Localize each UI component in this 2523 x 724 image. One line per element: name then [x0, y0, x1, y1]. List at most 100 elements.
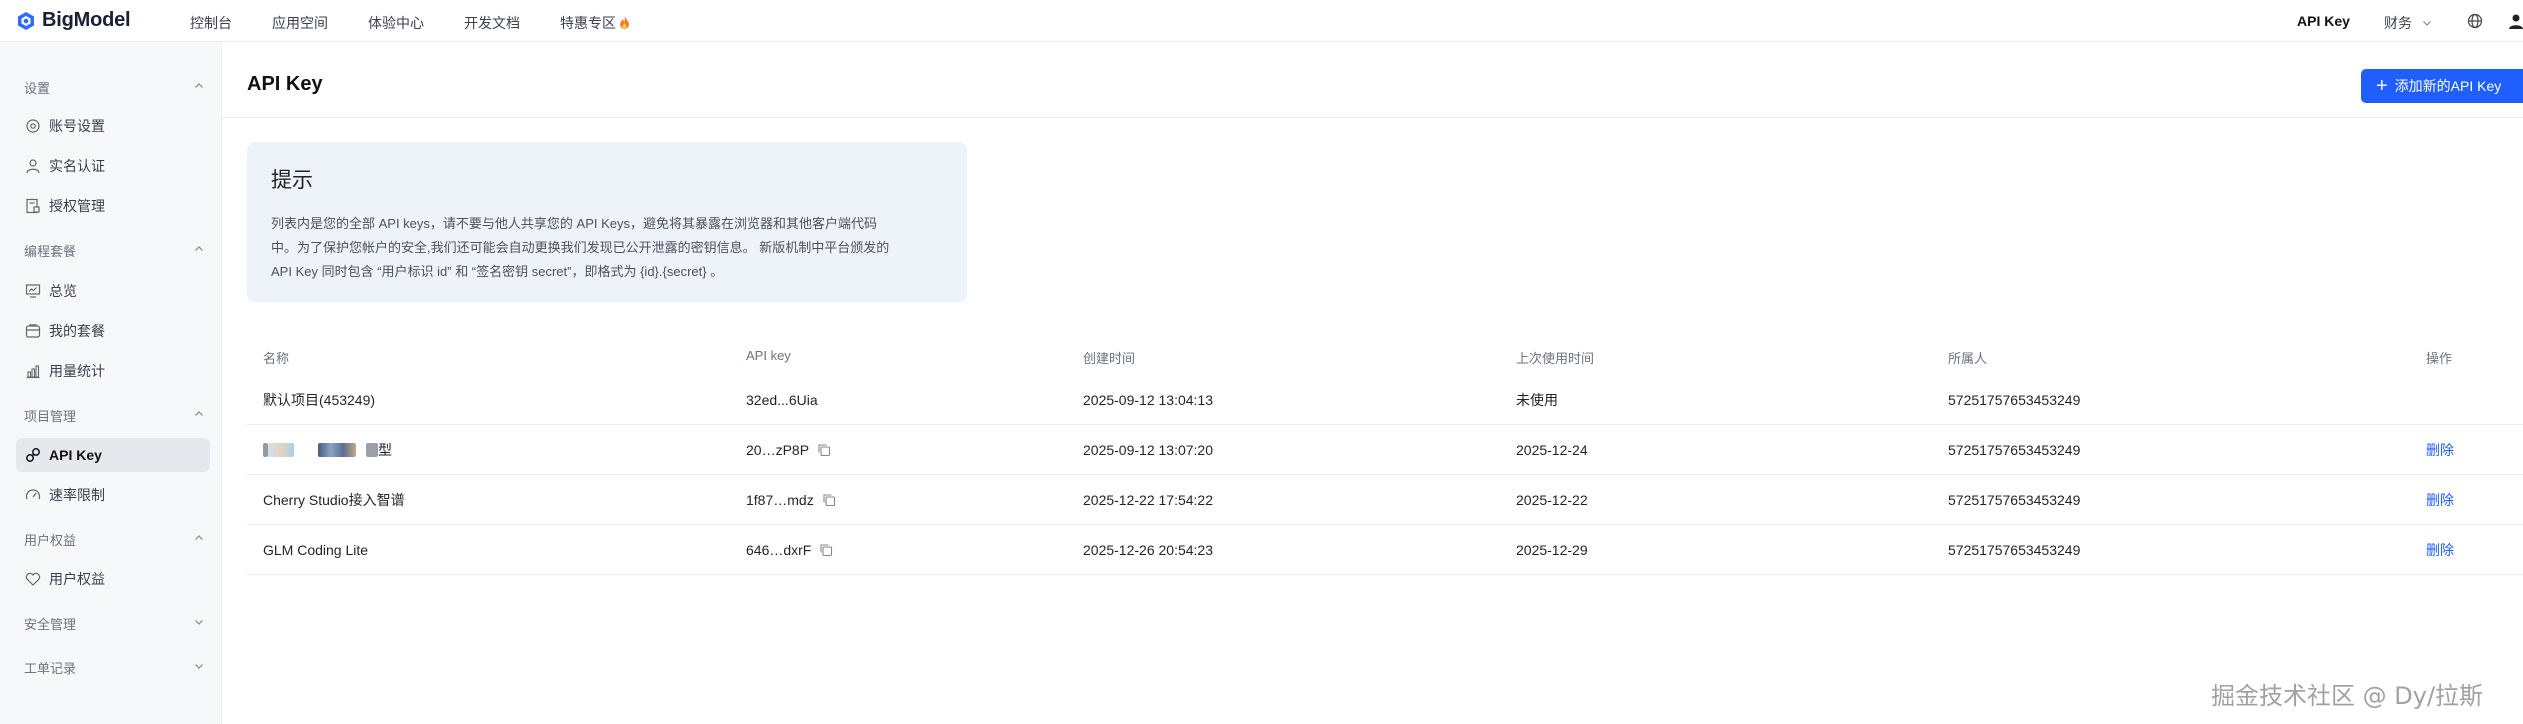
- chevron-up-icon: [195, 83, 203, 88]
- tip-card: 提示 列表内是您的全部 API keys，请不要与他人共享您的 API Keys…: [247, 142, 967, 302]
- sidebar-item-api-key[interactable]: API Key: [16, 438, 210, 472]
- nav-app-space[interactable]: 应用空间: [272, 13, 328, 33]
- row-last-used: 2025-12-22: [1516, 491, 1588, 508]
- row-api-key: 20…zP8P: [746, 442, 831, 458]
- row-api-key-value: 1f87…mdz: [746, 491, 814, 508]
- delete-button[interactable]: 删除: [2426, 490, 2454, 510]
- bar-chart-icon: [26, 365, 40, 379]
- col-header-api-key: API key: [746, 348, 791, 363]
- nav-docs[interactable]: 开发文档: [464, 13, 520, 33]
- sidebar-group-label: 工单记录: [24, 661, 77, 676]
- nav-experience[interactable]: 体验中心: [368, 13, 424, 33]
- sidebar-item-user-benefits[interactable]: 用户权益: [16, 562, 210, 596]
- chevron-down-icon: [2423, 21, 2431, 26]
- add-api-key-button[interactable]: + 添加新的API Key: [2361, 69, 2523, 103]
- copy-icon[interactable]: [822, 493, 836, 507]
- row-name: Cherry Studio接入智谱: [263, 491, 405, 508]
- heart-shield-icon: [25, 572, 41, 586]
- tip-body: 列表内是您的全部 API keys，请不要与他人共享您的 API Keys，避免…: [271, 212, 943, 284]
- sidebar: 设置 账号设置 实名认证 授权管理 编程套餐 总览 我的套餐 用量统计 项目管理…: [0, 42, 222, 724]
- row-last-used: 未使用: [1516, 391, 1558, 408]
- person-icon: [26, 159, 40, 174]
- sidebar-item-label: 速率限制: [49, 487, 105, 503]
- redacted-block: [366, 442, 378, 457]
- row-owner: 57251757653453249: [1948, 491, 2081, 508]
- user-icon[interactable]: [2509, 13, 2523, 29]
- header-divider: [222, 117, 2523, 118]
- col-header-owner: 所属人: [1948, 351, 1988, 366]
- row-name: GLM Coding Lite: [263, 541, 369, 558]
- sidebar-item-usage-stats[interactable]: 用量统计: [16, 354, 210, 388]
- fire-icon: [620, 16, 629, 29]
- table-row: 型 20…zP8P 2025-09-12 13:07:20 2025-12-24…: [247, 425, 2523, 475]
- package-icon: [25, 324, 41, 338]
- brand-name: BigModel: [42, 9, 131, 31]
- sidebar-item-label: 用户权益: [49, 571, 105, 587]
- chevron-down-icon: [195, 664, 203, 669]
- sidebar-item-authorization[interactable]: 授权管理: [16, 189, 210, 223]
- sidebar-item-label: 我的套餐: [49, 323, 105, 339]
- brand-logo[interactable]: BigModel: [16, 9, 131, 32]
- sidebar-item-overview[interactable]: 总览: [16, 274, 210, 308]
- add-api-key-label: 添加新的API Key: [2394, 78, 2502, 94]
- row-api-key-value: 20…zP8P: [746, 441, 810, 458]
- tip-line: 列表内是您的全部 API keys，请不要与他人共享您的 API Keys，避免…: [271, 216, 877, 231]
- page-title: API Key: [247, 73, 323, 95]
- copy-icon[interactable]: [817, 443, 831, 457]
- nav-finance[interactable]: 财务: [2384, 13, 2432, 33]
- row-owner: 57251757653453249: [1948, 441, 2081, 458]
- nav-finance-label: 财务: [2384, 15, 2412, 31]
- row-created: 2025-09-12 13:07:20: [1083, 441, 1213, 458]
- chevron-up-icon: [195, 411, 203, 416]
- col-header-created: 创建时间: [1083, 351, 1136, 366]
- nav-api-key[interactable]: API Key: [2297, 13, 2350, 29]
- settings-icon: [26, 119, 40, 133]
- sidebar-group-project-mgmt[interactable]: 项目管理: [24, 406, 203, 425]
- sidebar-group-security[interactable]: 安全管理: [24, 614, 203, 633]
- copy-icon[interactable]: [819, 543, 833, 557]
- sidebar-group-settings[interactable]: 设置: [24, 78, 203, 97]
- row-name: 默认项目(453249): [263, 391, 376, 408]
- row-api-key: 32ed...6Uia: [746, 391, 818, 408]
- row-api-key: 1f87…mdz: [746, 492, 836, 508]
- row-api-key-value: 646…dxrF: [746, 541, 812, 558]
- col-header-action: 操作: [2426, 351, 2453, 366]
- row-owner: 57251757653453249: [1948, 541, 2081, 558]
- tip-line: 中。为了保护您帐户的安全,我们还可能会自动更换我们发现已公开泄露的密钥信息。 新…: [271, 240, 890, 255]
- sidebar-item-verification[interactable]: 实名认证: [16, 149, 210, 183]
- row-last-used: 2025-12-24: [1516, 441, 1588, 458]
- sidebar-item-label: 实名认证: [49, 158, 105, 174]
- table-row: Cherry Studio接入智谱 1f87…mdz 2025-12-22 17…: [247, 475, 2523, 525]
- tip-title: 提示: [271, 169, 313, 192]
- sidebar-item-label: 用量统计: [49, 363, 105, 379]
- nav-promo[interactable]: 特惠专区: [560, 13, 630, 33]
- row-name: 型: [378, 441, 392, 458]
- sidebar-item-label: 总览: [49, 283, 77, 299]
- chevron-up-icon: [195, 535, 203, 540]
- table-row: GLM Coding Lite 646…dxrF 2025-12-26 20:5…: [247, 525, 2523, 575]
- delete-button[interactable]: 删除: [2426, 440, 2454, 460]
- sidebar-group-coding-plan[interactable]: 编程套餐: [24, 241, 203, 260]
- table-row: 默认项目(453249) 32ed...6Uia 2025-09-12 13:0…: [247, 375, 2523, 425]
- document-lock-icon: [26, 198, 40, 214]
- sidebar-item-account-settings[interactable]: 账号设置: [16, 109, 210, 143]
- plus-icon: +: [2376, 75, 2388, 97]
- sidebar-item-my-plan[interactable]: 我的套餐: [16, 314, 210, 348]
- sidebar-group-label: 项目管理: [24, 409, 77, 424]
- row-api-key: 646…dxrF: [746, 542, 833, 558]
- sidebar-item-rate-limit[interactable]: 速率限制: [16, 478, 210, 512]
- sidebar-group-user-benefits[interactable]: 用户权益: [24, 530, 203, 549]
- key-link-icon: [26, 448, 40, 462]
- row-created: 2025-09-12 13:04:13: [1083, 391, 1213, 408]
- monitor-icon: [25, 284, 41, 298]
- sidebar-group-tickets[interactable]: 工单记录: [24, 658, 203, 677]
- nav-promo-label: 特惠专区: [560, 15, 616, 31]
- delete-button[interactable]: 删除: [2426, 540, 2454, 560]
- row-name-redacted: 型: [263, 440, 392, 460]
- chevron-down-icon: [195, 620, 203, 625]
- nav-console[interactable]: 控制台: [190, 13, 232, 33]
- col-header-last-used: 上次使用时间: [1516, 351, 1595, 366]
- globe-icon[interactable]: [2467, 13, 2483, 29]
- top-navbar: BigModel 控制台 应用空间 体验中心 开发文档 特惠专区 API Key…: [0, 0, 2523, 42]
- api-key-table: 名称 API key 创建时间 上次使用时间 所属人 操作 默认项目(45324…: [247, 340, 2523, 575]
